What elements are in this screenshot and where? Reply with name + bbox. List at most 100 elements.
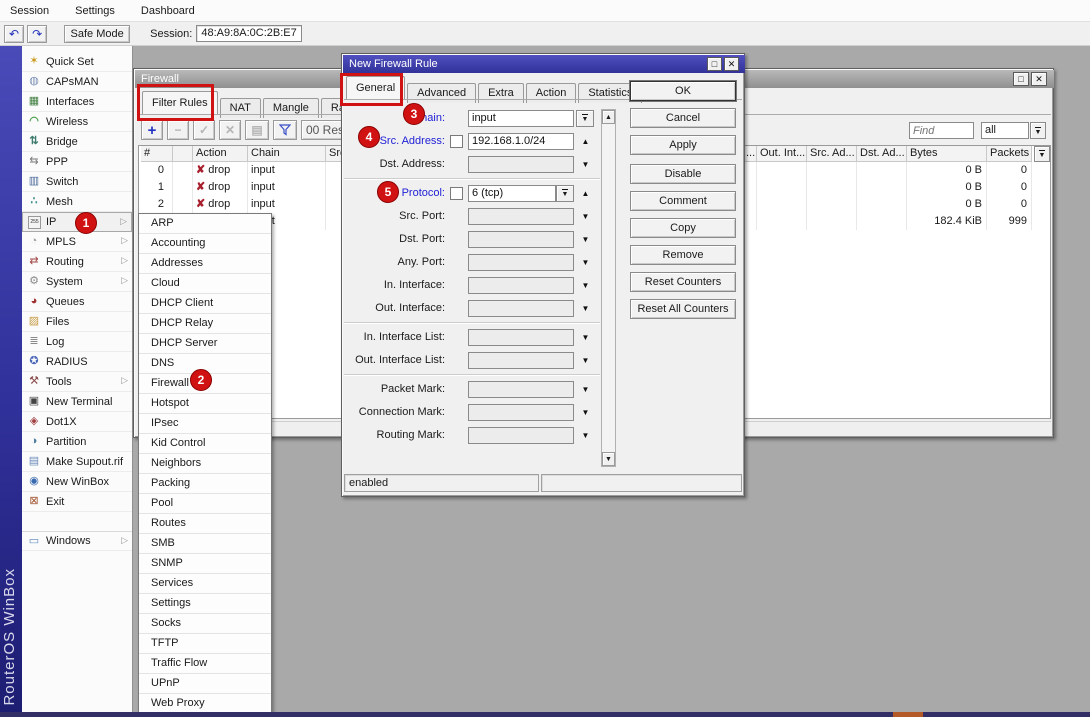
ip-submenu-item-snmp[interactable]: SNMP [139,554,271,574]
menu-session[interactable]: Session [4,2,61,20]
out-interface-list-input[interactable] [468,352,574,369]
sidebar-item-dot1x[interactable]: Dot1X [22,412,132,432]
tab-advanced[interactable]: Advanced [407,83,476,103]
ip-submenu-item-traffic-flow[interactable]: Traffic Flow [139,654,271,674]
sidebar-item-switch[interactable]: Switch [22,172,132,192]
expand-field-button[interactable] [578,431,593,440]
sidebar-item-wireless[interactable]: Wireless [22,112,132,132]
ip-submenu-item-dhcp-server[interactable]: DHCP Server [139,334,271,354]
ip-submenu-item-tftp[interactable]: TFTP [139,634,271,654]
ip-submenu-item-web-proxy[interactable]: Web Proxy [139,694,271,714]
expand-field-button[interactable] [578,258,593,267]
ip-submenu-item-arp[interactable]: ARP [139,214,271,234]
dst-port-input[interactable] [468,231,574,248]
ip-submenu-item-kid-control[interactable]: Kid Control [139,434,271,454]
ip-submenu-item-dns[interactable]: DNS [139,354,271,374]
expand-field-button[interactable] [578,304,593,313]
dst-address-input[interactable] [468,156,574,173]
protocol-dropdown-button[interactable] [556,185,574,202]
filter-scope-dropdown-button[interactable] [1030,122,1046,139]
ip-submenu-item-packing[interactable]: Packing [139,474,271,494]
column-header-flags[interactable] [173,146,193,162]
chain-input[interactable] [468,110,574,127]
sidebar-item-files[interactable]: Files [22,312,132,332]
dialog-maximize-button[interactable] [707,57,722,71]
remove-button[interactable]: Remove [630,245,736,265]
chain-dropdown-button[interactable] [576,110,594,127]
column-header-src-address[interactable]: Src. Ad... [807,146,857,162]
any-port-input[interactable] [468,254,574,271]
sidebar-item-new-terminal[interactable]: New Terminal [22,392,132,412]
ip-submenu-item-neighbors[interactable]: Neighbors [139,454,271,474]
sidebar-item-capsman[interactable]: CAPsMAN [22,72,132,92]
tab-extra[interactable]: Extra [478,83,524,103]
table-row[interactable]: 0 B 0 [743,179,1032,196]
ip-submenu-item-cloud[interactable]: Cloud [139,274,271,294]
routing-mark-input[interactable] [468,427,574,444]
undo-button[interactable]: ↶ [4,25,24,43]
expand-field-button[interactable] [578,356,593,365]
expand-field-button[interactable] [578,333,593,342]
reset-all-counters-button[interactable]: Reset All Counters [630,299,736,319]
filter-button[interactable] [273,120,297,140]
disable-rule-button[interactable]: ✕ [219,120,241,140]
sidebar-item-ip[interactable]: IP [22,212,132,232]
column-header-bytes[interactable]: Bytes [907,146,987,162]
table-row[interactable]: 0 B 0 [743,162,1032,179]
expand-field-button[interactable] [578,235,593,244]
expand-field-button[interactable] [578,212,593,221]
sidebar-item-routing[interactable]: Routing [22,252,132,272]
expand-field-button[interactable] [578,281,593,290]
sidebar-item-make-supout[interactable]: Make Supout.rif [22,452,132,472]
sidebar-item-quick-set[interactable]: Quick Set [22,52,132,72]
session-value[interactable]: 48:A9:8A:0C:2B:E7 [196,25,301,42]
tab-action[interactable]: Action [526,83,577,103]
menu-settings[interactable]: Settings [69,2,127,20]
sidebar-item-new-winbox[interactable]: New WinBox [22,472,132,492]
column-header-truncated[interactable]: ... [743,146,757,162]
sidebar-item-mpls[interactable]: MPLS [22,232,132,252]
ok-button[interactable]: OK [630,81,736,101]
filter-scope-select[interactable]: all [981,122,1029,139]
sidebar-item-log[interactable]: Log [22,332,132,352]
sidebar-item-system[interactable]: System [22,272,132,292]
apply-button[interactable]: Apply [630,135,736,155]
close-button[interactable] [1031,72,1047,86]
connection-mark-input[interactable] [468,404,574,421]
sidebar-item-partition[interactable]: Partition [22,432,132,452]
redo-button[interactable]: ↷ [27,25,47,43]
menu-dashboard[interactable]: Dashboard [135,2,207,20]
ip-submenu-item-hotspot[interactable]: Hotspot [139,394,271,414]
sidebar-item-interfaces[interactable]: Interfaces [22,92,132,112]
comment-rule-button[interactable]: ▤ [245,120,269,140]
sidebar-item-windows[interactable]: Windows [22,531,132,551]
maximize-button[interactable] [1013,72,1029,86]
column-header-packets[interactable]: Packets [987,146,1032,162]
column-header-number[interactable]: # [141,146,173,162]
ip-submenu-item-upnp[interactable]: UPnP [139,674,271,694]
column-picker-button[interactable] [1034,146,1050,162]
sidebar-item-bridge[interactable]: Bridge [22,132,132,152]
scroll-down-button[interactable] [602,452,615,466]
remove-rule-button[interactable]: − [167,120,189,140]
sidebar-item-radius[interactable]: RADIUS [22,352,132,372]
form-scrollbar[interactable] [601,109,616,467]
table-row[interactable]: 182.4 KiB 999 [743,213,1032,230]
column-header-chain[interactable]: Chain [248,146,326,162]
ip-submenu-item-dhcp-client[interactable]: DHCP Client [139,294,271,314]
expand-field-button[interactable] [578,408,593,417]
collapse-field-button[interactable] [578,137,593,146]
protocol-negate-checkbox[interactable] [450,187,463,200]
cancel-button[interactable]: Cancel [630,108,736,128]
sidebar-item-queues[interactable]: Queues [22,292,132,312]
packet-mark-input[interactable] [468,381,574,398]
src-address-input[interactable] [468,133,574,150]
out-interface-input[interactable] [468,300,574,317]
ip-submenu-item-services[interactable]: Services [139,574,271,594]
enable-rule-button[interactable]: ✓ [193,120,215,140]
in-interface-input[interactable] [468,277,574,294]
safe-mode-button[interactable]: Safe Mode [64,25,130,43]
tab-filter-rules[interactable]: Filter Rules [142,91,218,115]
scroll-up-button[interactable] [602,110,615,124]
ip-submenu-item-addresses[interactable]: Addresses [139,254,271,274]
